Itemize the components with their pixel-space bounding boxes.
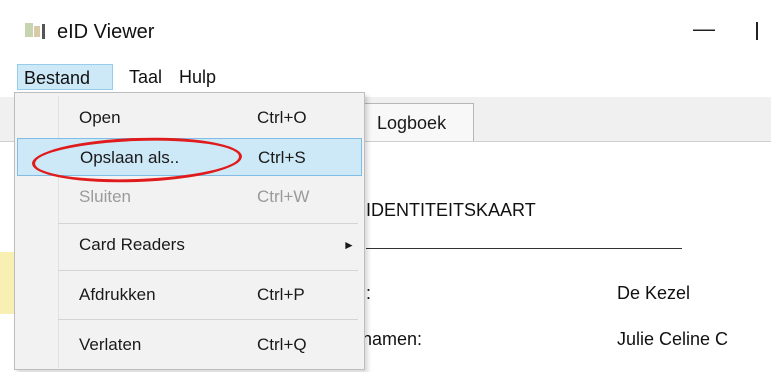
- menu-item-label: Verlaten: [79, 335, 142, 354]
- maximize-button[interactable]: [756, 22, 771, 40]
- menu-item-card-readers[interactable]: Card Readers ►: [17, 226, 362, 264]
- tab-logboek[interactable]: Logboek: [362, 103, 474, 141]
- menu-bestand[interactable]: Bestand: [17, 64, 113, 90]
- field-value-surname: De Kezel: [617, 283, 691, 303]
- field-label-surname: :: [366, 283, 372, 303]
- menu-item-shortcut: Ctrl+S: [258, 148, 306, 167]
- menu-item-shortcut: Ctrl+O: [257, 108, 307, 127]
- card-title: IDENTITEITSKAART: [366, 200, 536, 220]
- menu-item-label: Open: [79, 108, 121, 127]
- menu-item-sluiten: Sluiten Ctrl+W: [17, 178, 362, 216]
- menu-item-verlaten[interactable]: Verlaten Ctrl+Q: [17, 326, 362, 364]
- menu-separator: [58, 319, 358, 320]
- menu-item-shortcut: Ctrl+Q: [257, 335, 307, 354]
- menu-bar: [0, 62, 771, 90]
- menu-item-shortcut: Ctrl+W: [257, 187, 310, 206]
- submenu-arrow-icon: ►: [343, 238, 355, 252]
- menu-taal[interactable]: Taal: [125, 64, 166, 90]
- menu-separator: [58, 223, 358, 224]
- menu-item-label: Afdrukken: [79, 285, 156, 304]
- menu-item-label: Sluiten: [79, 187, 131, 206]
- menu-item-open[interactable]: Open Ctrl+O: [17, 99, 362, 137]
- menu-hulp[interactable]: Hulp: [175, 64, 220, 90]
- minimize-button[interactable]: —: [690, 18, 718, 40]
- menu-separator: [58, 270, 358, 271]
- app-icon: [25, 23, 45, 39]
- menu-item-shortcut: Ctrl+P: [257, 285, 305, 304]
- divider: [366, 248, 682, 249]
- menu-item-afdrukken[interactable]: Afdrukken Ctrl+P: [17, 276, 362, 314]
- field-label-firstnames: namen:: [362, 329, 423, 349]
- menu-item-label: Card Readers: [79, 235, 185, 254]
- field-value-firstnames: Julie Celine C: [617, 329, 729, 349]
- window-title: eID Viewer: [57, 21, 155, 43]
